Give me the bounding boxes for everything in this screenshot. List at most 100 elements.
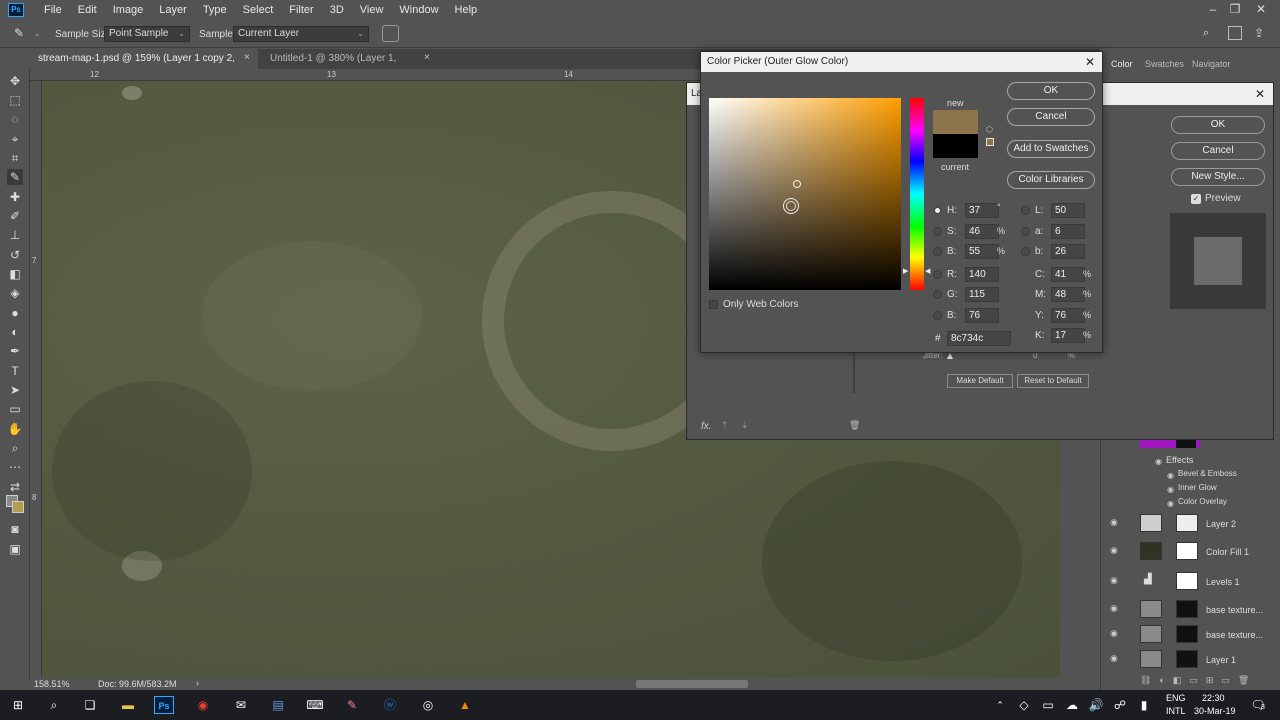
eye-icon[interactable]: ◉	[1167, 471, 1174, 480]
workspace-icon[interactable]	[1228, 26, 1242, 40]
eye-icon[interactable]: ◉	[1110, 545, 1118, 556]
swap-colors-icon[interactable]: ⇄	[7, 479, 23, 495]
jitter-slider-handle[interactable]	[947, 353, 953, 359]
eye-icon[interactable]: ◉	[1110, 628, 1118, 639]
layer-row[interactable]: ◉ base texture...	[1100, 597, 1272, 621]
quick-mask-icon[interactable]: ◙	[7, 521, 23, 537]
pen-app-icon[interactable]: ✎	[342, 696, 362, 714]
more-tools-icon[interactable]: ⋯	[7, 459, 23, 475]
obs-icon[interactable]: ◎	[418, 696, 438, 714]
make-default-button[interactable]: Make Default	[947, 374, 1013, 388]
saturation-input[interactable]: 46	[965, 224, 999, 239]
color-picker-cancel-button[interactable]: Cancel	[1007, 108, 1095, 126]
language-bottom[interactable]: INTL	[1166, 706, 1186, 716]
menu-view[interactable]: View	[352, 4, 392, 16]
hand-tool-icon[interactable]: ✋	[7, 421, 23, 437]
eye-icon[interactable]: ◉	[1110, 517, 1118, 528]
file-explorer-icon[interactable]: ▬	[118, 696, 138, 714]
hue-slider-left-arrow-icon[interactable]: ▶	[903, 267, 908, 275]
close-icon[interactable]: ✕	[1255, 87, 1265, 101]
dropbox-icon[interactable]: ◇	[1014, 696, 1034, 714]
crop-tool-icon[interactable]: ⌗	[7, 150, 23, 166]
lightness-input[interactable]: 50	[1051, 203, 1085, 218]
menu-image[interactable]: Image	[105, 4, 152, 16]
healing-brush-tool-icon[interactable]: ✚	[7, 189, 23, 205]
effect-inner-glow[interactable]: Inner Glow	[1178, 483, 1217, 492]
layer-style-cancel-button[interactable]: Cancel	[1171, 142, 1265, 160]
notifications-icon[interactable]: 🗨	[1248, 696, 1268, 714]
blue-input[interactable]: 76	[965, 308, 999, 323]
close-tab-icon[interactable]: ×	[244, 52, 250, 63]
windows-start-icon[interactable]: ⊞	[8, 696, 28, 714]
menu-3d[interactable]: 3D	[322, 4, 352, 16]
black-input[interactable]: 17	[1051, 328, 1085, 343]
keyboard-icon[interactable]: ⌨	[305, 696, 325, 714]
b-channel-radio[interactable]	[1021, 247, 1030, 256]
search-icon[interactable]: ⌕	[1203, 27, 1209, 40]
layer-row[interactable]: ◉ Layer 1	[1100, 647, 1272, 671]
onedrive-icon[interactable]: ☁	[1062, 696, 1082, 714]
color-picker-cursor[interactable]	[783, 198, 799, 214]
clock-time[interactable]: 22:30	[1202, 693, 1225, 703]
layer-row[interactable]: ◉ Layer 2	[1100, 511, 1272, 535]
status-arrow-icon[interactable]: ›	[196, 678, 199, 688]
new-style-button[interactable]: New Style...	[1171, 168, 1265, 186]
network-icon[interactable]: ☍	[1110, 696, 1130, 714]
only-web-colors-checkbox[interactable]	[709, 300, 718, 309]
vlc-icon[interactable]: ▲	[455, 696, 475, 714]
tray-app-icon[interactable]: ▭	[1038, 696, 1058, 714]
hue-radio[interactable]	[933, 206, 942, 215]
preview-checkbox[interactable]: ✓	[1191, 194, 1201, 204]
language-top[interactable]: ENG	[1166, 693, 1186, 703]
battery-icon[interactable]: ▮	[1134, 696, 1154, 714]
photoshop-taskbar-icon[interactable]: Ps	[154, 696, 174, 714]
move-up-icon[interactable]: ⇡	[721, 420, 729, 431]
lightness-radio[interactable]	[1021, 206, 1030, 215]
web-app-icon[interactable]: ⓦ	[380, 696, 400, 714]
chrome-icon[interactable]: ◉	[193, 696, 213, 714]
saturation-brightness-field[interactable]	[709, 98, 901, 290]
reset-to-default-button[interactable]: Reset to Default	[1017, 374, 1089, 388]
tool-preset-chevron-icon[interactable]: ⌄	[34, 29, 41, 38]
show-hidden-icons-icon[interactable]: ⌃	[990, 696, 1010, 714]
blue-radio[interactable]	[933, 311, 942, 320]
tab-untitled-1[interactable]: Untitled-1 @ 380% (Layer 1, RGB/8#) *	[262, 49, 438, 84]
brush-tool-icon[interactable]: ✐	[7, 208, 23, 224]
menu-type[interactable]: Type	[195, 4, 235, 16]
brightness-radio[interactable]	[933, 247, 942, 256]
clone-stamp-tool-icon[interactable]: ⊥	[7, 227, 23, 243]
layer-row[interactable]: ◉ ▟ Levels 1	[1100, 569, 1272, 593]
quick-select-tool-icon[interactable]: ⌖	[7, 131, 23, 147]
hue-slider[interactable]	[910, 98, 924, 290]
eye-icon[interactable]: ◉	[1110, 653, 1118, 664]
hex-input[interactable]: 8c734c	[947, 331, 1011, 346]
minimize-icon[interactable]: –	[1206, 2, 1220, 16]
saturation-radio[interactable]	[933, 227, 942, 236]
paint-bucket-tool-icon[interactable]: ◈	[7, 285, 23, 301]
screen-mode-icon[interactable]: ▣	[7, 541, 23, 557]
red-input[interactable]: 140	[965, 267, 999, 282]
tab-stream-map[interactable]: stream-map-1.psd @ 159% (Layer 1 copy 2,…	[30, 49, 258, 84]
path-selection-tool-icon[interactable]: ➤	[7, 382, 23, 398]
menu-filter[interactable]: Filter	[281, 4, 321, 16]
tab-swatches[interactable]: Swatches	[1145, 59, 1184, 69]
zoom-tool-icon[interactable]: ⌕	[7, 440, 23, 456]
sample-size-select[interactable]: Point Sample ⌄	[104, 26, 190, 42]
background-color-swatch[interactable]	[12, 501, 24, 513]
eye-icon[interactable]: ◉	[1155, 457, 1162, 466]
hue-input[interactable]: 37	[965, 203, 999, 218]
eraser-tool-icon[interactable]: ◧	[7, 266, 23, 282]
color-picker-ok-button[interactable]: OK	[1007, 82, 1095, 100]
a-channel-radio[interactable]	[1021, 227, 1030, 236]
gamut-warning-icon[interactable]: ⬡	[986, 125, 993, 134]
lasso-tool-icon[interactable]: ◌	[7, 111, 23, 127]
sample-select[interactable]: Current Layer ⌄	[233, 26, 369, 42]
pen-tool-icon[interactable]: ✒	[7, 343, 23, 359]
blur-tool-icon[interactable]: ●	[7, 305, 23, 321]
menu-layer[interactable]: Layer	[151, 4, 195, 16]
a-channel-input[interactable]: 6	[1051, 224, 1085, 239]
search-icon[interactable]: ⌕	[44, 696, 64, 714]
menu-help[interactable]: Help	[447, 4, 486, 16]
rectangle-tool-icon[interactable]: ▭	[7, 401, 23, 417]
eye-icon[interactable]: ◉	[1167, 499, 1174, 508]
